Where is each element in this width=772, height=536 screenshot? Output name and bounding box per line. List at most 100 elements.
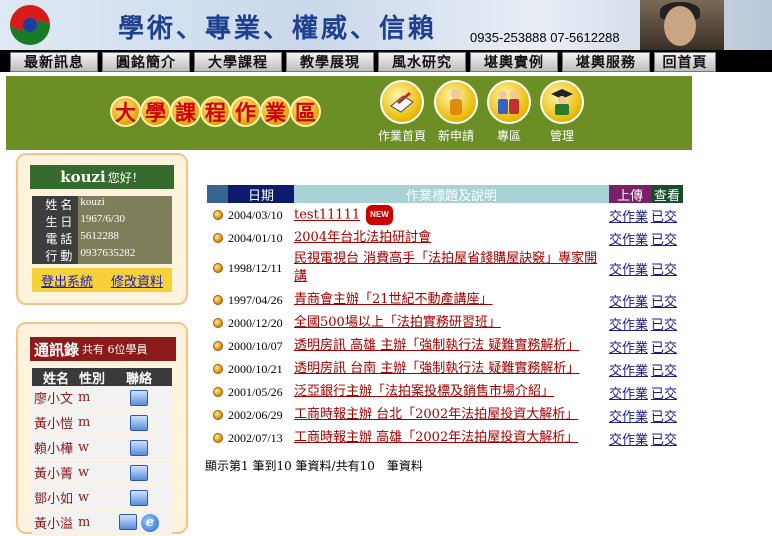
homework-title-link[interactable]: test11111: [294, 208, 360, 223]
submit-homework-link[interactable]: 交作業: [609, 259, 651, 278]
title-char: 大: [110, 96, 141, 127]
person-icon: [434, 80, 478, 124]
new-application-button[interactable]: 新申請: [431, 80, 481, 144]
nav-latest-news[interactable]: 最新訊息: [10, 52, 98, 72]
site-logo-icon: [10, 5, 50, 45]
submit-homework-link[interactable]: 交作業: [609, 383, 651, 402]
bullet-icon: [212, 295, 223, 305]
bullet-icon: [212, 364, 223, 374]
contact-name: 鄧小如: [34, 492, 74, 507]
mail-icon[interactable]: [130, 439, 148, 456]
homework-title-link[interactable]: 透明房訊 台南 主辦「強制執行法 疑難實務解析」: [294, 361, 579, 376]
contact-row: 廖小文 m: [32, 386, 172, 411]
contact-gender: w: [78, 465, 90, 480]
zone-label: 專區: [496, 129, 521, 143]
submit-homework-link[interactable]: 交作業: [609, 229, 651, 248]
new-badge: NEW: [366, 205, 393, 225]
homework-title-link[interactable]: 工商時報主辦 高雄「2002年法拍屋投資大解析」: [294, 430, 578, 445]
bullet-icon: [212, 410, 223, 420]
nav-home[interactable]: 回首頁: [654, 52, 716, 72]
nav-services[interactable]: 堪輿服務: [562, 52, 650, 72]
contact-row: 黃小愷 m: [32, 411, 172, 436]
homework-home-button[interactable]: 作業首頁: [377, 80, 427, 144]
row-date: 2000/10/07: [228, 338, 283, 353]
homework-title-link[interactable]: 泛亞銀行主辦「法拍案投標及銷售市場介紹」: [294, 384, 554, 399]
view-submitted-link[interactable]: 已交: [651, 206, 683, 225]
homework-row: 1998/12/11 民視電視台 消費高手「法拍屋省錢購屋訣竅」專家開講 交作業…: [207, 249, 685, 287]
manage-button[interactable]: 管理: [537, 80, 587, 144]
contacts-table-header: 姓名 性別 聯絡: [32, 368, 172, 387]
header-date: 日期: [228, 185, 294, 203]
homework-title-link[interactable]: 透明房訊 高雄 主辦「強制執行法 疑難實務解析」: [294, 338, 579, 353]
submit-homework-link[interactable]: 交作業: [609, 406, 651, 425]
graduate-icon: [540, 80, 584, 124]
mail-icon[interactable]: [130, 464, 148, 481]
homework-row: 2001/05/26 泛亞銀行主辦「法拍案投標及銷售市場介紹」 交作業 已交: [207, 382, 685, 402]
mail-icon[interactable]: [130, 389, 148, 406]
book-pen-icon: [380, 80, 424, 124]
title-char: 課: [170, 96, 201, 127]
contact-name: 賴小樺: [34, 442, 74, 457]
manage-label: 管理: [549, 129, 574, 143]
row-date: 2004/03/10: [228, 207, 283, 222]
homework-row: 2002/07/13 工商時報主辦 高雄「2002年法拍屋投資大解析」 交作業 …: [207, 428, 685, 448]
homework-row: 2002/06/29 工商時報主辦 台北「2002年法拍屋投資大解析」 交作業 …: [207, 405, 685, 425]
new-application-label: 新申請: [437, 129, 474, 143]
view-submitted-link[interactable]: 已交: [651, 383, 683, 402]
homework-row: 2000/10/07 透明房訊 高雄 主辦「強制執行法 疑難實務解析」 交作業 …: [207, 336, 685, 356]
row-date: 2002/06/29: [228, 407, 283, 422]
homework-title-link[interactable]: 2004年台北法拍研討會: [294, 230, 431, 245]
view-submitted-link[interactable]: 已交: [651, 337, 683, 356]
homework-title-link[interactable]: 工商時報主辦 台北「2002年法拍屋投資大解析」: [294, 407, 578, 422]
greeting: 您好！: [107, 170, 144, 185]
submit-homework-link[interactable]: 交作業: [609, 429, 651, 448]
view-submitted-link[interactable]: 已交: [651, 229, 683, 248]
homework-row: 1997/04/26 青商會主辦「21世紀不動產講座」 交作業 已交: [207, 290, 685, 310]
view-submitted-link[interactable]: 已交: [651, 360, 683, 379]
homework-title-link[interactable]: 全國500場以上「法拍實務研習班」: [294, 315, 501, 330]
submit-homework-link[interactable]: 交作業: [609, 360, 651, 379]
contact-phones: 0935-253888 07-5612288: [470, 30, 620, 45]
nav-about[interactable]: 圓銘簡介: [102, 52, 190, 72]
contacts-header: 通訊錄 共有 6位學員: [30, 337, 176, 361]
nav-teaching[interactable]: 教學展現: [286, 52, 374, 72]
homepage-icon[interactable]: e: [141, 513, 159, 532]
bullet-icon: [212, 263, 223, 273]
contact-gender: m: [78, 390, 91, 405]
site-slogan: 學術、專業、權威、信賴: [118, 14, 438, 44]
pagination-summary: 顯示第1 筆到10 筆資料/共有10 筆資料: [205, 459, 423, 473]
zone-button[interactable]: 專區: [484, 80, 534, 144]
contacts-count: 共有 6位學員: [82, 343, 148, 356]
nav-fengshui-research[interactable]: 風水研究: [378, 52, 466, 72]
nav-university-courses[interactable]: 大學課程: [194, 52, 282, 72]
submit-homework-link[interactable]: 交作業: [609, 206, 651, 225]
submit-homework-link[interactable]: 交作業: [609, 314, 651, 333]
header-title: 作業標題及說明: [294, 185, 609, 203]
edit-profile-link[interactable]: 修改資料: [111, 271, 163, 290]
homework-table-header: 日期 作業標題及說明 上傳 查看: [207, 185, 685, 203]
homework-title-link[interactable]: 青商會主辦「21世紀不動產講座」: [294, 292, 493, 307]
header-blank: [207, 185, 228, 203]
bullet-icon: [212, 210, 223, 220]
submit-homework-link[interactable]: 交作業: [609, 291, 651, 310]
view-submitted-link[interactable]: 已交: [651, 314, 683, 333]
row-date: 2002/07/13: [228, 430, 283, 445]
view-submitted-link[interactable]: 已交: [651, 259, 683, 278]
contact-name: 黃小菁: [34, 467, 74, 482]
view-submitted-link[interactable]: 已交: [651, 429, 683, 448]
logout-link[interactable]: 登出系統: [41, 271, 93, 290]
contact-row: 黃小溢 m e: [32, 511, 172, 536]
submit-homework-link[interactable]: 交作業: [609, 337, 651, 356]
info-value: 5612288: [78, 230, 172, 247]
mail-icon[interactable]: [130, 489, 148, 506]
contact-gender: w: [78, 440, 90, 455]
col-name: 姓名: [42, 371, 69, 387]
mail-icon[interactable]: [130, 414, 148, 431]
nav-cases[interactable]: 堪輿實例: [470, 52, 558, 72]
view-submitted-link[interactable]: 已交: [651, 291, 683, 310]
col-gender: 性別: [78, 371, 105, 387]
bullet-icon: [212, 318, 223, 328]
homework-title-link[interactable]: 民視電視台 消費高手「法拍屋省錢購屋訣竅」專家開講: [294, 251, 597, 284]
view-submitted-link[interactable]: 已交: [651, 406, 683, 425]
mail-icon[interactable]: [119, 513, 137, 530]
